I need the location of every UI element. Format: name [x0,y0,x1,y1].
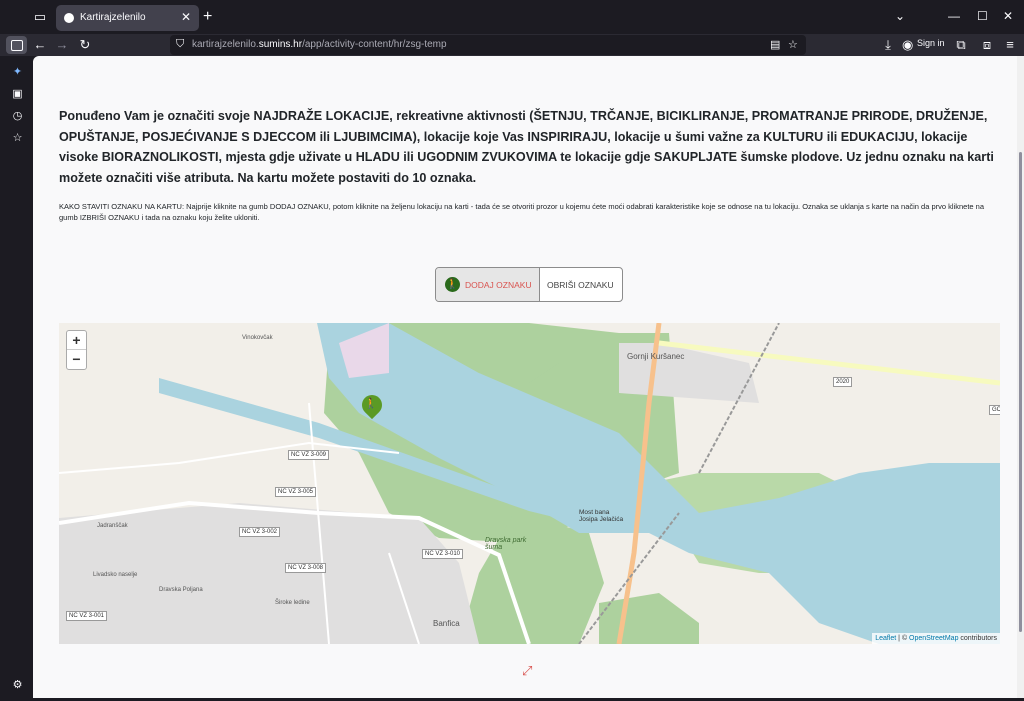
browser-tab-bar: ▭ Kartirajzelenilo ✕ + ⌄ — ☐ ✕ [0,0,1024,34]
zoom-in-button[interactable]: + [67,331,86,350]
map-label-siroke-ledine: Široke ledine [275,600,310,606]
map-label-livadsko: Livadsko naselje [93,572,138,578]
map-label-banfica: Banfica [433,619,460,628]
settings-gear-icon[interactable]: ⚙ [11,679,24,692]
road-shield: NC VZ 3-008 [285,563,327,573]
tab-favicon-icon [64,13,74,23]
map-tiles [59,323,1000,644]
account-icon[interactable]: ◉ [902,36,913,54]
road-shield: NC VZ 3-005 [275,487,317,497]
leaflet-link[interactable]: Leaflet [875,635,896,642]
road-shield: NC VZ 3-001 [66,611,108,621]
maximize-icon[interactable]: ☐ [977,9,988,23]
walking-person-icon: 🚶 [364,398,378,410]
browser-sidebar: ✦ ▣ ◷ ☆ ⚙ [0,56,33,701]
road-label-2020: 2020 [833,377,853,387]
url-text[interactable]: kartirajzelenilo.sumins.hr/app/activity-… [192,39,447,50]
close-window-icon[interactable]: ✕ [1003,9,1013,23]
forward-icon[interactable]: → [52,36,72,54]
tab-close-icon[interactable]: ✕ [181,10,191,24]
marker-button-group: 🚶 DODAJ OZNAKU OBRIŠI OZNAKU [435,267,623,302]
navigation-bar: ← → ↻ ⛉ kartirajzelenilo.sumins.hr/app/a… [0,34,1024,56]
bookmarks-icon[interactable]: ☆ [11,132,24,145]
map-label-vinokovcak: Vinokovčak [242,335,273,341]
instructions-text: KAKO STAVITI OZNAKU NA KARTU: Najprije k… [59,202,984,222]
page-content: Ponuđeno Vam je označiti svoje NAJDRAŽE … [33,56,1017,698]
extensions-icon[interactable]: ⧉ [951,36,971,54]
add-marker-label: DODAJ OZNAKU [465,280,532,290]
shield-icon[interactable]: ⛉ [176,38,184,51]
map-label-dravska-park: Dravska park šuma [485,537,527,551]
browser-tab[interactable]: Kartirajzelenilo ✕ [56,5,199,31]
download-icon[interactable]: ⤓ [878,36,898,54]
url-bar[interactable]: ⛉ kartirajzelenilo.sumins.hr/app/activit… [170,35,806,55]
road-shield: NC VZ 3-009 [288,450,330,460]
pip-icon[interactable]: ⧈ [977,36,997,54]
tab-list-icon[interactable]: ▭ [32,9,48,25]
zoom-out-button[interactable]: − [67,350,86,369]
scrollbar-thumb[interactable] [1019,152,1022,632]
ai-sparkle-icon[interactable]: ✦ [11,66,24,79]
walking-person-icon: 🚶 [445,277,460,292]
back-icon[interactable]: ← [30,36,50,54]
tab-overflow-chevron-icon[interactable]: ⌄ [895,9,905,23]
zoom-control: + − [66,330,87,370]
map-label-gornji-kursanec: Gornji Kuršanec [627,352,685,361]
synced-tabs-icon[interactable]: ▣ [11,88,24,101]
intro-text: Ponuđeno Vam je označiti svoje NAJDRAŽE … [59,109,994,185]
bookmark-star-icon[interactable]: ☆ [788,38,798,51]
tab-title: Kartirajzelenilo [80,12,146,23]
reload-icon[interactable]: ↻ [75,36,95,54]
menu-icon[interactable]: ≡ [1000,36,1020,54]
page-scrollbar[interactable] [1017,56,1024,698]
history-icon[interactable]: ◷ [11,110,24,123]
add-marker-button[interactable]: 🚶 DODAJ OZNAKU [436,268,540,301]
map-label-jadranscak: Jadranščak [97,523,128,529]
reader-view-icon[interactable]: ▤ [770,38,780,51]
osm-link[interactable]: OpenStreetMap [909,635,958,642]
sign-in-button[interactable]: Sign in [917,38,945,48]
map[interactable]: Vinokovčak Gornji Kuršanec Jadranščak Li… [59,323,1000,644]
road-shield: NC VZ 3-002 [239,527,281,537]
sidebar-toggle-icon[interactable] [6,36,27,54]
map-label-dravska-poljana: Dravska Poljana [159,587,203,593]
road-shield: NC VZ 3-010 [422,549,464,559]
expand-arrows-icon[interactable]: ⤢ [522,663,532,679]
road-label-gc: GC [989,405,1000,415]
map-attribution: Leaflet | © OpenStreetMap contributors [872,633,1000,644]
delete-marker-button[interactable]: OBRIŠI OZNAKU [540,268,622,301]
new-tab-icon[interactable]: + [203,8,212,26]
map-label-most: Most bana Josipa Jelačića [579,509,624,523]
delete-marker-label: OBRIŠI OZNAKU [547,280,614,290]
minimize-icon[interactable]: — [948,9,960,23]
